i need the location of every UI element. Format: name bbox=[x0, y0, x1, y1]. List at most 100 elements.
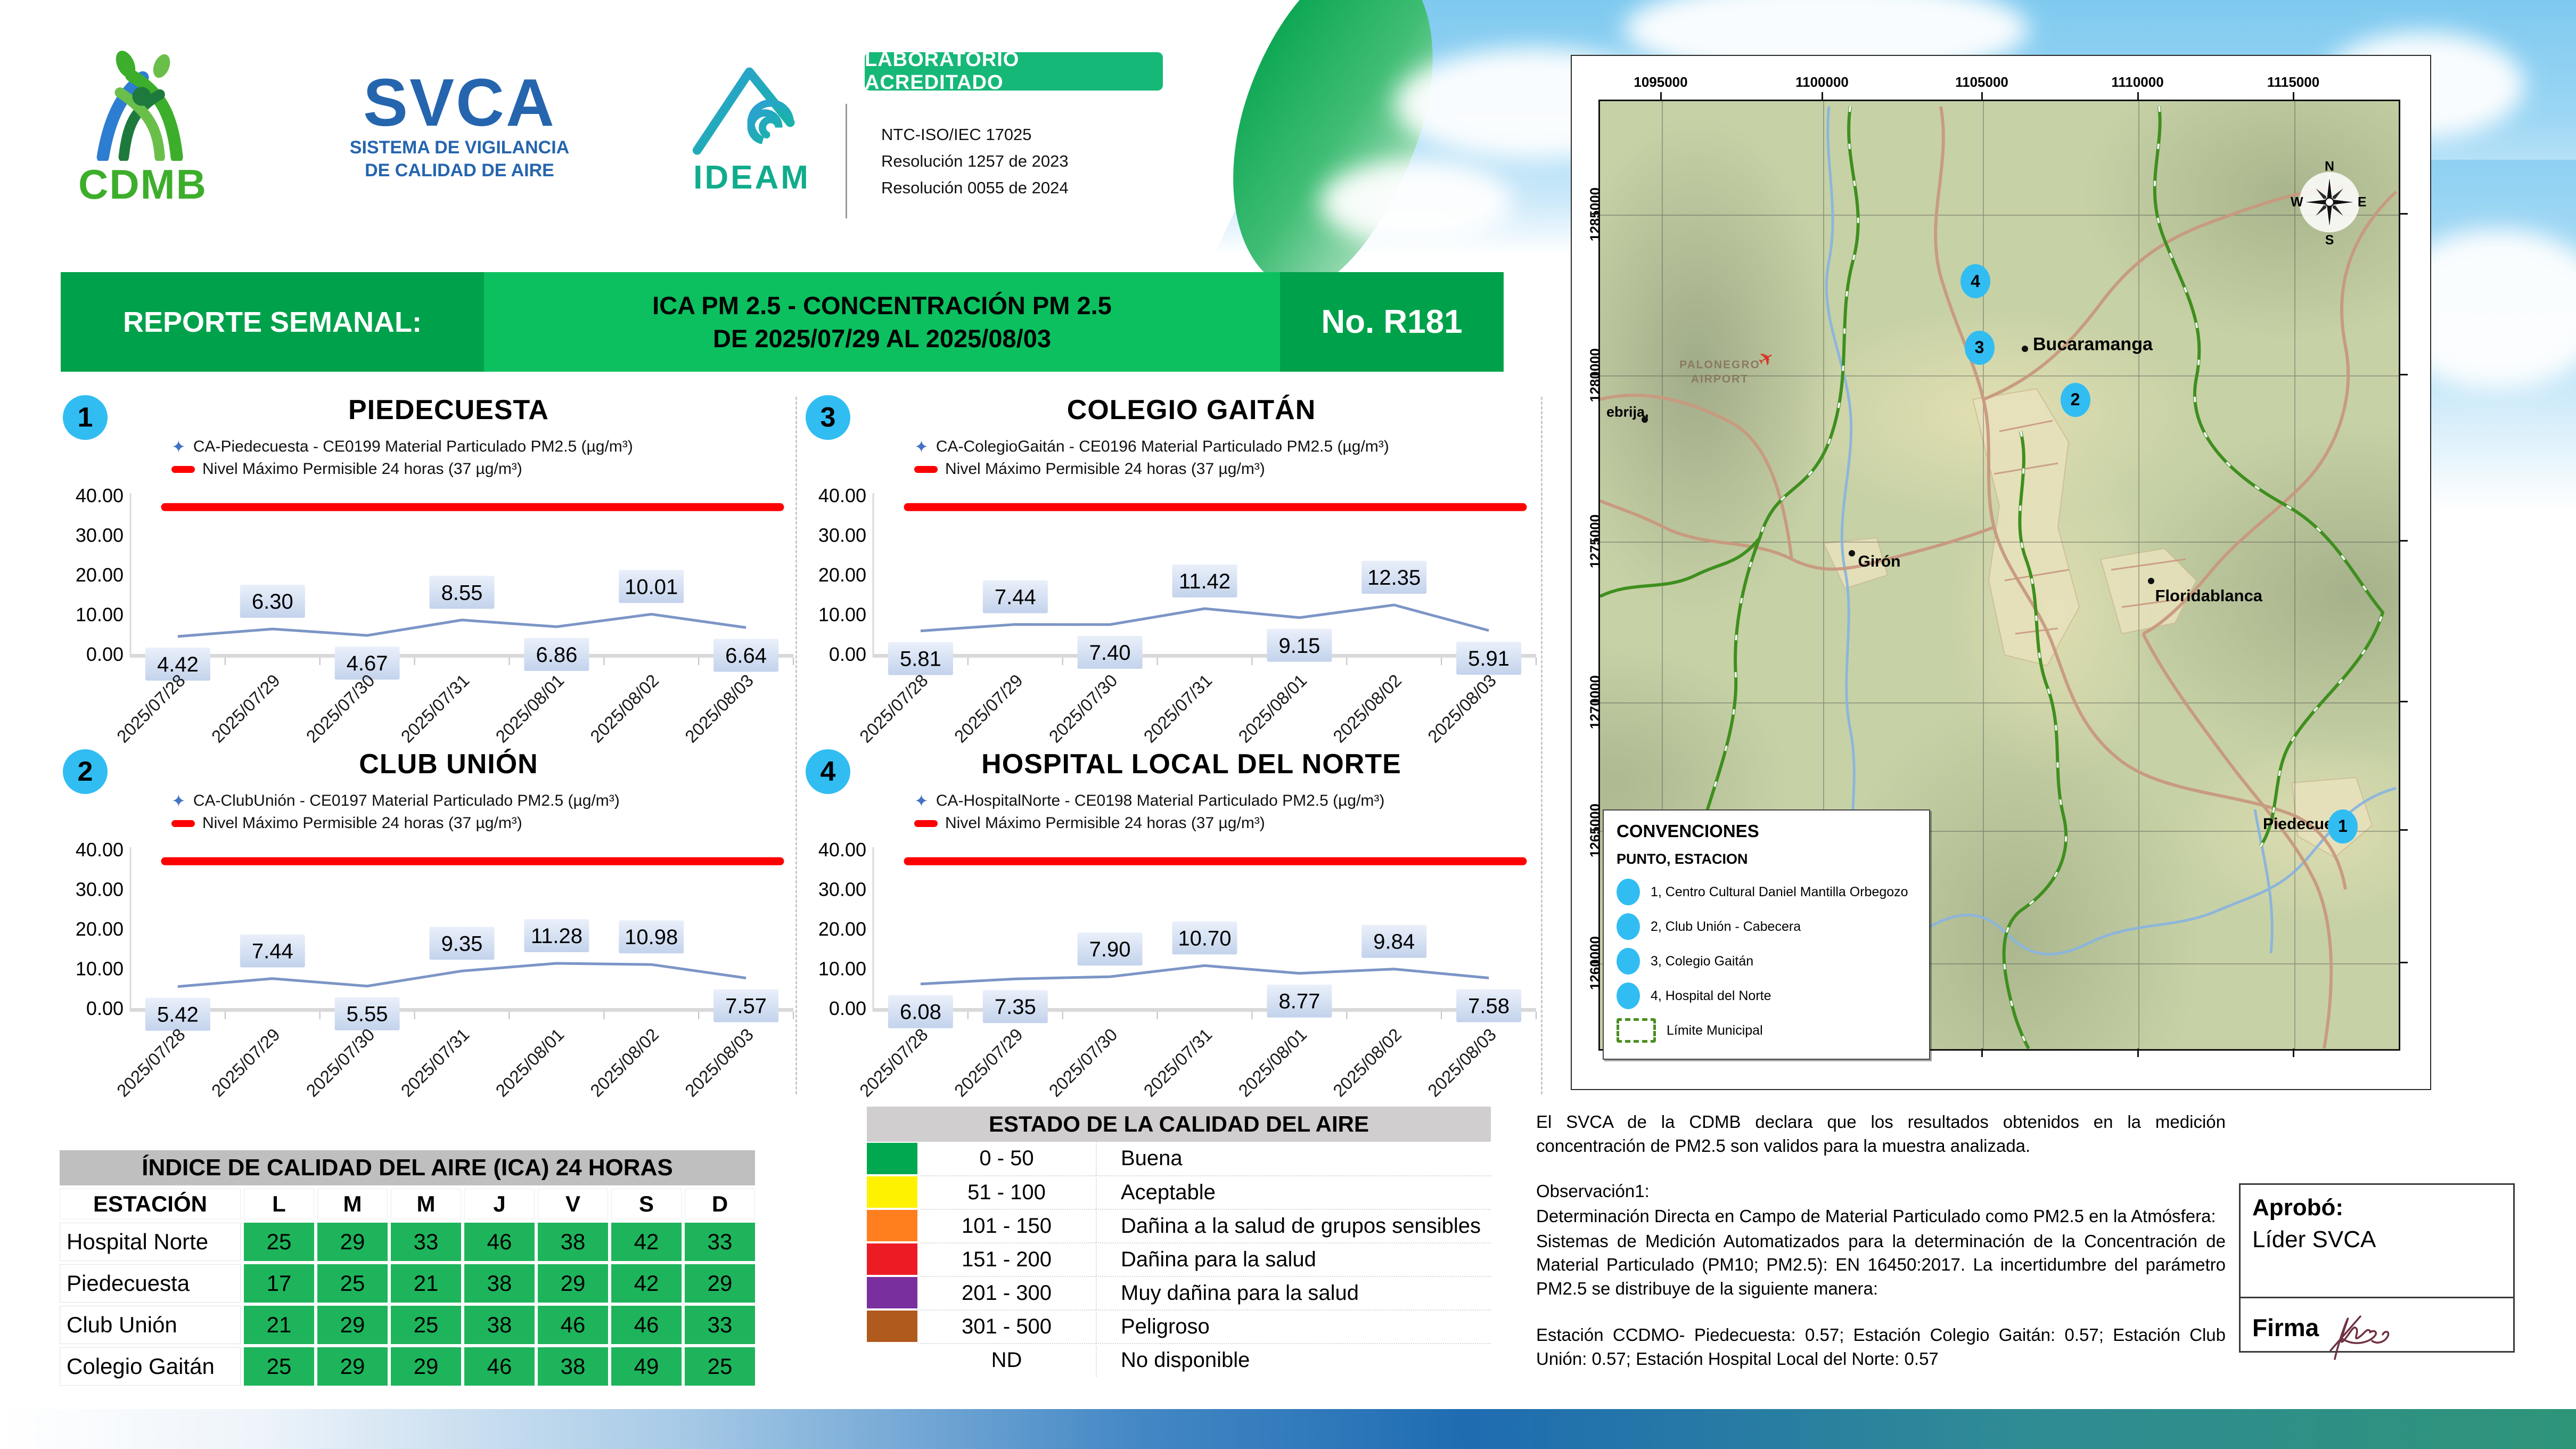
aqi-color-chip-cell bbox=[867, 1276, 917, 1309]
signature-image bbox=[2329, 1315, 2390, 1360]
data-label: 6.30 bbox=[252, 590, 293, 613]
station-point-icon bbox=[1617, 948, 1640, 975]
footer-gradient-strip bbox=[0, 1409, 2576, 1449]
aqi-category-label: Buena bbox=[1096, 1142, 1491, 1175]
ica-column-header: J bbox=[464, 1189, 535, 1219]
aqi-color-chip bbox=[867, 1176, 917, 1208]
y-tick-label: 30.00 bbox=[76, 525, 124, 546]
series-marker-icon: ✦ bbox=[914, 437, 929, 456]
station-number-badge: 1 bbox=[63, 395, 108, 440]
cdmb-logo: CDMB bbox=[63, 49, 223, 209]
svca-title: SVCA bbox=[363, 65, 556, 140]
y-tick-label: 0.00 bbox=[829, 997, 866, 1019]
x-tick-label: 2025/07/29 bbox=[950, 670, 1027, 747]
x-tick-label: 2025/07/30 bbox=[1045, 670, 1121, 747]
ica-value-cell: 21 bbox=[391, 1264, 461, 1303]
y-tick-label: 40.00 bbox=[76, 485, 124, 506]
series-legend-row: ✦ CA-ClubUnión - CE0197 Material Particul… bbox=[171, 790, 620, 812]
chart-legend: ✦ CA-ClubUnión - CE0197 Material Particul… bbox=[171, 790, 620, 834]
chart-legend: ✦ CA-Piedecuesta - CE0199 Material Partic… bbox=[171, 436, 633, 480]
y-tick-label: 30.00 bbox=[818, 525, 866, 546]
limit-legend-row: Nivel Máximo Permisible 24 horas (37 µg/… bbox=[171, 812, 620, 834]
data-line bbox=[920, 964, 1489, 986]
svca-logo: SVCA SISTEMA DE VIGILANCIA DE CALIDAD DE… bbox=[292, 69, 627, 182]
x-axis-line bbox=[873, 1008, 1536, 1012]
ideam-label: IDEAM bbox=[693, 159, 810, 196]
ica-value-cell: 25 bbox=[391, 1306, 461, 1344]
data-label: 7.35 bbox=[995, 995, 1036, 1019]
map-tick bbox=[2137, 92, 2139, 101]
ica-value-cell: 38 bbox=[538, 1347, 608, 1386]
map-city-label-floridablanca: Floridablanca bbox=[2155, 586, 2263, 605]
y-tick-label: 20.00 bbox=[76, 564, 124, 586]
ica-value-cell: 25 bbox=[317, 1264, 388, 1303]
ica-value-cell: 29 bbox=[317, 1223, 388, 1261]
x-tick-label: 2025/08/01 bbox=[491, 670, 568, 747]
y-tick-label: 10.00 bbox=[76, 604, 124, 626]
aqi-color-chip-cell bbox=[867, 1142, 917, 1175]
data-label: 7.58 bbox=[1468, 995, 1509, 1018]
station-marker-3: 3 bbox=[1964, 330, 1995, 365]
ica-value-cell: 46 bbox=[464, 1347, 535, 1386]
ica-value-cell: 17 bbox=[244, 1264, 314, 1303]
map-tick bbox=[1591, 539, 1599, 542]
limit-marker-icon bbox=[914, 465, 938, 473]
ica-value-cell: 38 bbox=[464, 1264, 535, 1303]
x-axis-line bbox=[130, 1008, 793, 1012]
aqi-color-chip bbox=[867, 1143, 917, 1174]
map-legend-item: 4, Hospital del Norte bbox=[1617, 982, 1929, 1010]
limit-legend-label: Nivel Máximo Permisible 24 horas (37 µg/… bbox=[202, 814, 522, 832]
map-city-label-giron: Girón bbox=[1858, 553, 1901, 571]
ica-column-header: D bbox=[685, 1189, 755, 1219]
x-tick-label: 2025/08/01 bbox=[1234, 670, 1310, 747]
data-label: 7.40 bbox=[1089, 641, 1131, 665]
station-number-badge: 2 bbox=[63, 749, 108, 794]
aqi-color-chip bbox=[867, 1210, 917, 1241]
map-tick bbox=[1981, 1049, 1983, 1057]
y-tick-label: 0.00 bbox=[829, 643, 866, 665]
ica-value-cell: 29 bbox=[391, 1347, 461, 1386]
ica-value-cell: 46 bbox=[538, 1306, 608, 1344]
series-legend-label: CA-Piedecuesta - CE0199 Material Particu… bbox=[193, 438, 633, 455]
y-tick-label: 20.00 bbox=[818, 918, 866, 940]
ica-table-title: ÍNDICE DE CALIDAD DEL AIRE (ICA) 24 HORA… bbox=[60, 1150, 755, 1185]
x-tick-label: 2025/07/28 bbox=[856, 1025, 932, 1101]
y-tick-label: 40.00 bbox=[818, 485, 866, 506]
y-tick-label: 30.00 bbox=[76, 879, 124, 900]
aqi-color-chip bbox=[867, 1311, 917, 1342]
data-label: 6.64 bbox=[725, 644, 767, 668]
aqi-color-chip-cell bbox=[867, 1209, 917, 1242]
accreditation-lines: NTC-ISO/IEC 17025 Resolución 1257 de 202… bbox=[881, 121, 1069, 201]
y-tick-label: 40.00 bbox=[818, 839, 866, 861]
map-legend-subtitle: PUNTO, ESTACION bbox=[1617, 851, 1748, 867]
report-title-line1: ICA PM 2.5 - CONCENTRACIÓN PM 2.5 bbox=[652, 291, 1112, 320]
compass-w: W bbox=[2291, 195, 2303, 210]
ica-station-name: Hospital Norte bbox=[60, 1223, 241, 1261]
data-label: 8.77 bbox=[1278, 990, 1320, 1013]
y-tick-label: 10.00 bbox=[818, 604, 866, 626]
map-city-dot bbox=[2148, 577, 2154, 584]
map-legend-items: 1, Centro Cultural Daniel Mantilla Orbeg… bbox=[1617, 878, 1929, 1010]
ica-value-cell: 29 bbox=[685, 1264, 755, 1303]
data-label: 10.70 bbox=[1178, 927, 1231, 950]
map-city-dot bbox=[1848, 550, 1855, 557]
aqi-color-chip-cell bbox=[867, 1242, 917, 1276]
series-marker-icon: ✦ bbox=[171, 791, 186, 811]
data-label: 7.90 bbox=[1089, 938, 1131, 961]
x-tick-label: 2025/07/28 bbox=[113, 670, 189, 747]
y-tick-label: 0.00 bbox=[86, 643, 124, 665]
x-tick-label: 2025/07/29 bbox=[208, 670, 284, 747]
chart-title: HOSPITAL LOCAL DEL NORTE bbox=[981, 749, 1401, 780]
x-tick-label: 2025/08/03 bbox=[681, 670, 757, 747]
aqi-range: 151 - 200 bbox=[917, 1242, 1096, 1276]
aqi-range: 51 - 100 bbox=[917, 1175, 1096, 1209]
chart-panel-colegio-gaitan: 3 COLEGIO GAITÁN ✦ CA-ColegioGaitán - CE019… bbox=[801, 394, 1539, 748]
limit-legend-label: Nivel Máximo Permisible 24 horas (37 µg/… bbox=[945, 814, 1265, 832]
ica-value-cell: 46 bbox=[464, 1223, 535, 1261]
aqi-range: 101 - 150 bbox=[917, 1209, 1096, 1242]
y-tick-label: 40.00 bbox=[76, 839, 124, 861]
accreditation-badge: LABORATORIO ACREDITADO bbox=[865, 48, 1163, 94]
map-legend-item: 3, Colegio Gaitán bbox=[1617, 947, 1929, 975]
ica-table: ÍNDICE DE CALIDAD DEL AIRE (ICA) 24 HORA… bbox=[60, 1150, 755, 1386]
ica-value-cell: 33 bbox=[685, 1306, 755, 1344]
